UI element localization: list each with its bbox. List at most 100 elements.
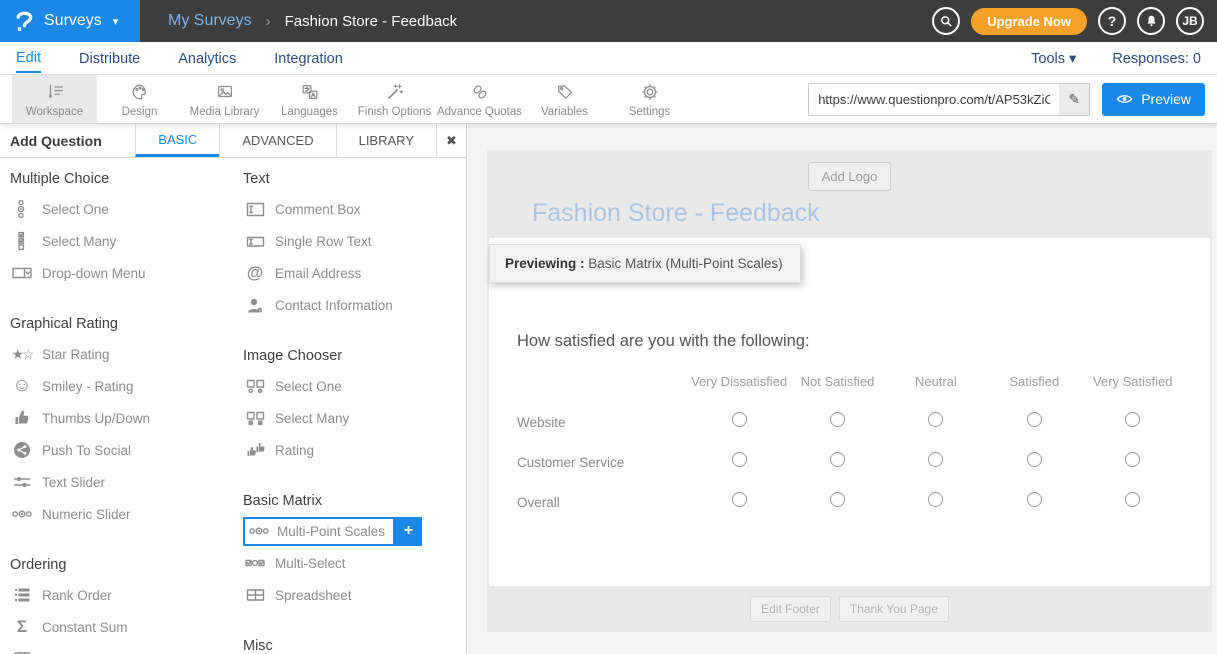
sigma-icon: Σ bbox=[12, 617, 32, 637]
qtype-single-row-text[interactable]: Single Row Text bbox=[233, 225, 466, 257]
toolbar-finish-options[interactable]: Finish Options bbox=[352, 75, 437, 123]
toolbar-design[interactable]: Design bbox=[97, 75, 182, 123]
qtype-comment-box[interactable]: Comment Box bbox=[233, 193, 466, 225]
tools-menu[interactable]: Tools ▾ bbox=[1031, 45, 1076, 72]
qtype-contact-information[interactable]: o Contact Information bbox=[233, 289, 466, 321]
qtype-select-one[interactable]: Select One bbox=[0, 193, 233, 225]
single-row-icon bbox=[245, 235, 265, 248]
qtype-multi-select[interactable]: Multi-Select bbox=[233, 547, 466, 579]
preview-button[interactable]: Preview bbox=[1102, 83, 1205, 116]
matrix-radio[interactable] bbox=[1125, 412, 1140, 427]
matrix-col-header: Very Satisfied bbox=[1084, 360, 1182, 402]
help-button[interactable]: ? bbox=[1098, 7, 1126, 35]
section-ordering: Ordering bbox=[10, 557, 233, 573]
toolbar-languages[interactable]: Languages bbox=[267, 75, 352, 123]
smiley-icon: ☺ bbox=[12, 375, 32, 397]
tab-integration[interactable]: Integration bbox=[274, 45, 343, 72]
matrix-radio[interactable] bbox=[928, 452, 943, 467]
notifications-button[interactable] bbox=[1137, 7, 1165, 35]
close-panel-button[interactable]: ✖ bbox=[436, 124, 466, 157]
section-graphical-rating: Graphical Rating bbox=[10, 316, 233, 332]
thank-you-page-button[interactable]: Thank You Page bbox=[839, 596, 949, 622]
edit-url-button[interactable]: ✎ bbox=[1059, 84, 1089, 115]
qtype-image-rating[interactable]: Rating bbox=[233, 434, 466, 466]
toolbar-workspace[interactable]: Workspace bbox=[12, 75, 97, 123]
add-question-plus-button[interactable]: + bbox=[395, 517, 422, 546]
qtype-multi-point-scales-row: Multi-Point Scales + bbox=[243, 515, 466, 547]
qtype-drag-and-drop[interactable]: Drag and Drop bbox=[0, 643, 233, 654]
toolbar-media-library[interactable]: Media Library bbox=[182, 75, 267, 123]
qtype-image-select-one[interactable]: Select One bbox=[233, 370, 466, 402]
tab-edit[interactable]: Edit bbox=[16, 44, 41, 73]
matrix-row-label: Website bbox=[517, 402, 690, 442]
product-menu[interactable]: Surveys ▾ bbox=[0, 0, 140, 42]
upgrade-now-button[interactable]: Upgrade Now bbox=[971, 8, 1087, 35]
tab-library[interactable]: LIBRARY bbox=[336, 124, 436, 157]
question-mark-icon: ? bbox=[1108, 13, 1117, 29]
matrix-radio[interactable] bbox=[928, 412, 943, 427]
matrix-radio[interactable] bbox=[732, 492, 747, 507]
responses-count[interactable]: Responses: 0 bbox=[1112, 45, 1201, 72]
matrix-radio[interactable] bbox=[732, 452, 747, 467]
tab-basic[interactable]: BASIC bbox=[135, 124, 219, 157]
qtype-push-to-social[interactable]: Push To Social bbox=[0, 434, 233, 466]
star-rating-icon: ★☆ bbox=[12, 346, 32, 363]
qtype-spreadsheet[interactable]: Spreadsheet bbox=[233, 579, 466, 611]
edit-footer-button[interactable]: Edit Footer bbox=[750, 596, 831, 622]
matrix-radio[interactable] bbox=[1027, 452, 1042, 467]
matrix-radio[interactable] bbox=[1027, 492, 1042, 507]
matrix-radio[interactable] bbox=[732, 412, 747, 427]
matrix-radio[interactable] bbox=[830, 412, 845, 427]
question-types: Multiple Choice Select One Select Many D… bbox=[0, 158, 466, 654]
qtype-numeric-slider[interactable]: Numeric Slider bbox=[0, 498, 233, 530]
design-icon bbox=[130, 81, 150, 103]
search-button[interactable] bbox=[932, 7, 960, 35]
multiselect-icon bbox=[245, 557, 265, 569]
section-text: Text bbox=[243, 171, 466, 187]
matrix-radio[interactable] bbox=[830, 492, 845, 507]
toolbar-variables[interactable]: Variables bbox=[522, 75, 607, 123]
qtype-star-rating[interactable]: ★☆ Star Rating bbox=[0, 338, 233, 370]
toolbar-advance-quotas[interactable]: Advance Quotas bbox=[437, 75, 522, 123]
qtype-multi-point-scales[interactable]: Multi-Point Scales bbox=[243, 517, 395, 546]
tab-advanced[interactable]: ADVANCED bbox=[219, 124, 335, 157]
breadcrumb-my-surveys[interactable]: My Surveys bbox=[168, 12, 252, 30]
text-slider-icon bbox=[12, 474, 32, 490]
tab-distribute[interactable]: Distribute bbox=[79, 45, 140, 72]
multipoint-icon bbox=[249, 525, 269, 537]
avatar[interactable]: JB bbox=[1176, 7, 1204, 35]
add-logo-button[interactable]: Add Logo bbox=[808, 162, 892, 191]
pencil-icon: ✎ bbox=[1068, 91, 1080, 108]
qtype-image-select-many[interactable]: Select Many bbox=[233, 402, 466, 434]
survey-url-input[interactable] bbox=[809, 84, 1059, 115]
matrix-header-row: Very Dissatisfied Not Satisfied Neutral … bbox=[517, 360, 1182, 402]
qtype-email-address[interactable]: @ Email Address bbox=[233, 257, 466, 289]
matrix-radio[interactable] bbox=[1027, 412, 1042, 427]
toolbar-settings[interactable]: Settings bbox=[607, 75, 692, 123]
top-bar: Surveys ▾ My Surveys › Fashion Store - F… bbox=[0, 0, 1217, 42]
matrix-col-header: Satisfied bbox=[985, 360, 1083, 402]
matrix-radio[interactable] bbox=[830, 452, 845, 467]
matrix-question-table: Very Dissatisfied Not Satisfied Neutral … bbox=[517, 360, 1182, 522]
finish-options-icon bbox=[385, 81, 405, 103]
tab-analytics[interactable]: Analytics bbox=[178, 45, 236, 72]
share-icon bbox=[12, 441, 32, 459]
chevron-down-icon: ▾ bbox=[1069, 51, 1076, 67]
qtype-text-slider[interactable]: Text Slider bbox=[0, 466, 233, 498]
add-question-header: Add Question BASIC ADVANCED LIBRARY ✖ bbox=[0, 124, 466, 158]
previewing-tooltip-value: Basic Matrix (Multi-Point Scales) bbox=[585, 256, 783, 271]
section-misc: Misc bbox=[243, 638, 466, 654]
matrix-radio[interactable] bbox=[928, 492, 943, 507]
qtype-select-many[interactable]: Select Many bbox=[0, 225, 233, 257]
media-library-icon bbox=[215, 81, 235, 103]
qtype-constant-sum[interactable]: Σ Constant Sum bbox=[0, 611, 233, 643]
qtype-dropdown-menu[interactable]: Drop-down Menu bbox=[0, 257, 233, 289]
rank-order-icon bbox=[12, 587, 32, 603]
qtype-thumbs-up-down[interactable]: Thumbs Up/Down bbox=[0, 402, 233, 434]
matrix-radio[interactable] bbox=[1125, 452, 1140, 467]
qtype-rank-order[interactable]: Rank Order bbox=[0, 579, 233, 611]
workspace-icon bbox=[45, 81, 65, 103]
qtype-smiley-rating[interactable]: ☺ Smiley - Rating bbox=[0, 370, 233, 402]
survey-preview-title: Fashion Store - Feedback bbox=[532, 199, 820, 228]
matrix-radio[interactable] bbox=[1125, 492, 1140, 507]
